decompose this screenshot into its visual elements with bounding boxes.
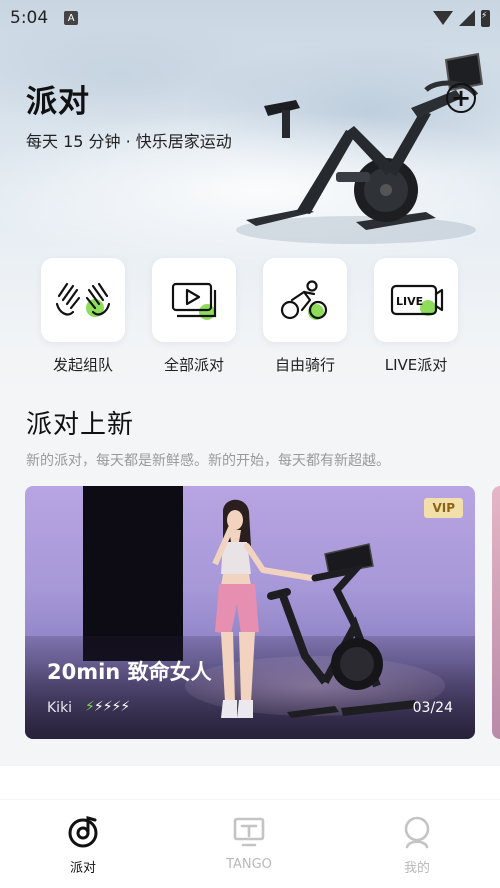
featured-class-card[interactable]: VIP 20min 致命女人 Kiki ⚡⚡⚡⚡⚡ 03/24 (25, 486, 475, 739)
tab-tango[interactable]: TANGO (189, 814, 309, 872)
category-label: LIVE派对 (384, 356, 448, 374)
category-label: 发起组队 (52, 356, 113, 374)
party-icon (68, 816, 98, 848)
profile-icon (404, 816, 430, 849)
hands-icon (55, 282, 111, 317)
status-time: 5:04 (10, 8, 49, 28)
live-icon: LIVE (390, 284, 444, 316)
bolt-icon: ⚡ (120, 699, 130, 715)
play-stack-icon (171, 282, 217, 320)
category-free-ride[interactable]: 自由骑行 (250, 258, 360, 375)
signal-icon (459, 10, 475, 26)
notification-icon: A (64, 11, 79, 25)
page-subtitle: 每天 15 分钟 · 快乐居家运动 (26, 132, 232, 151)
vip-badge: VIP (424, 498, 463, 518)
intensity-rating: ⚡⚡⚡⚡⚡ (85, 699, 130, 715)
card-title: 20min 致命女人 (47, 660, 212, 684)
status-bar: 5:04 A (0, 0, 500, 36)
category-label: 自由骑行 (274, 356, 335, 374)
wifi-icon (433, 11, 453, 25)
card-date: 03/24 (412, 700, 453, 716)
category-row: 发起组队 全部派对 自由骑行 LIVE LIVE派对 (0, 258, 500, 378)
section-title: 派对上新 (26, 410, 135, 440)
category-live-party[interactable]: LIVE LIVE派对 (361, 258, 471, 375)
bolt-icon: ⚡ (102, 699, 113, 715)
tab-label: 我的 (403, 861, 430, 876)
category-all-parties[interactable]: 全部派对 (139, 258, 249, 375)
spin-bike-image (236, 52, 484, 244)
tab-label: TANGO (226, 857, 272, 872)
section-subtitle: 新的派对，每天都是新鲜感。新的开始，每天都有新超越。 (26, 453, 390, 469)
page-title: 派对 (26, 84, 90, 120)
bolt-icon: ⚡ (85, 699, 95, 715)
live-icon-text: LIVE (396, 295, 423, 308)
tab-profile[interactable]: 我的 (357, 814, 477, 876)
bolt-icon: ⚡ (93, 699, 104, 715)
battery-icon (481, 9, 490, 27)
plus-icon: + (450, 84, 472, 112)
category-label: 全部派对 (163, 356, 224, 374)
tango-icon (233, 817, 265, 847)
next-card-peek[interactable] (492, 486, 500, 739)
tab-label: 派对 (69, 861, 96, 876)
tab-party[interactable]: 派对 (23, 814, 143, 876)
category-start-team[interactable]: 发起组队 (28, 258, 138, 375)
add-button[interactable]: + (446, 83, 476, 113)
cyclist-icon (280, 280, 328, 320)
card-coach: Kiki (47, 700, 73, 716)
bottom-tab-bar: 派对 TANGO 我的 (0, 800, 500, 888)
